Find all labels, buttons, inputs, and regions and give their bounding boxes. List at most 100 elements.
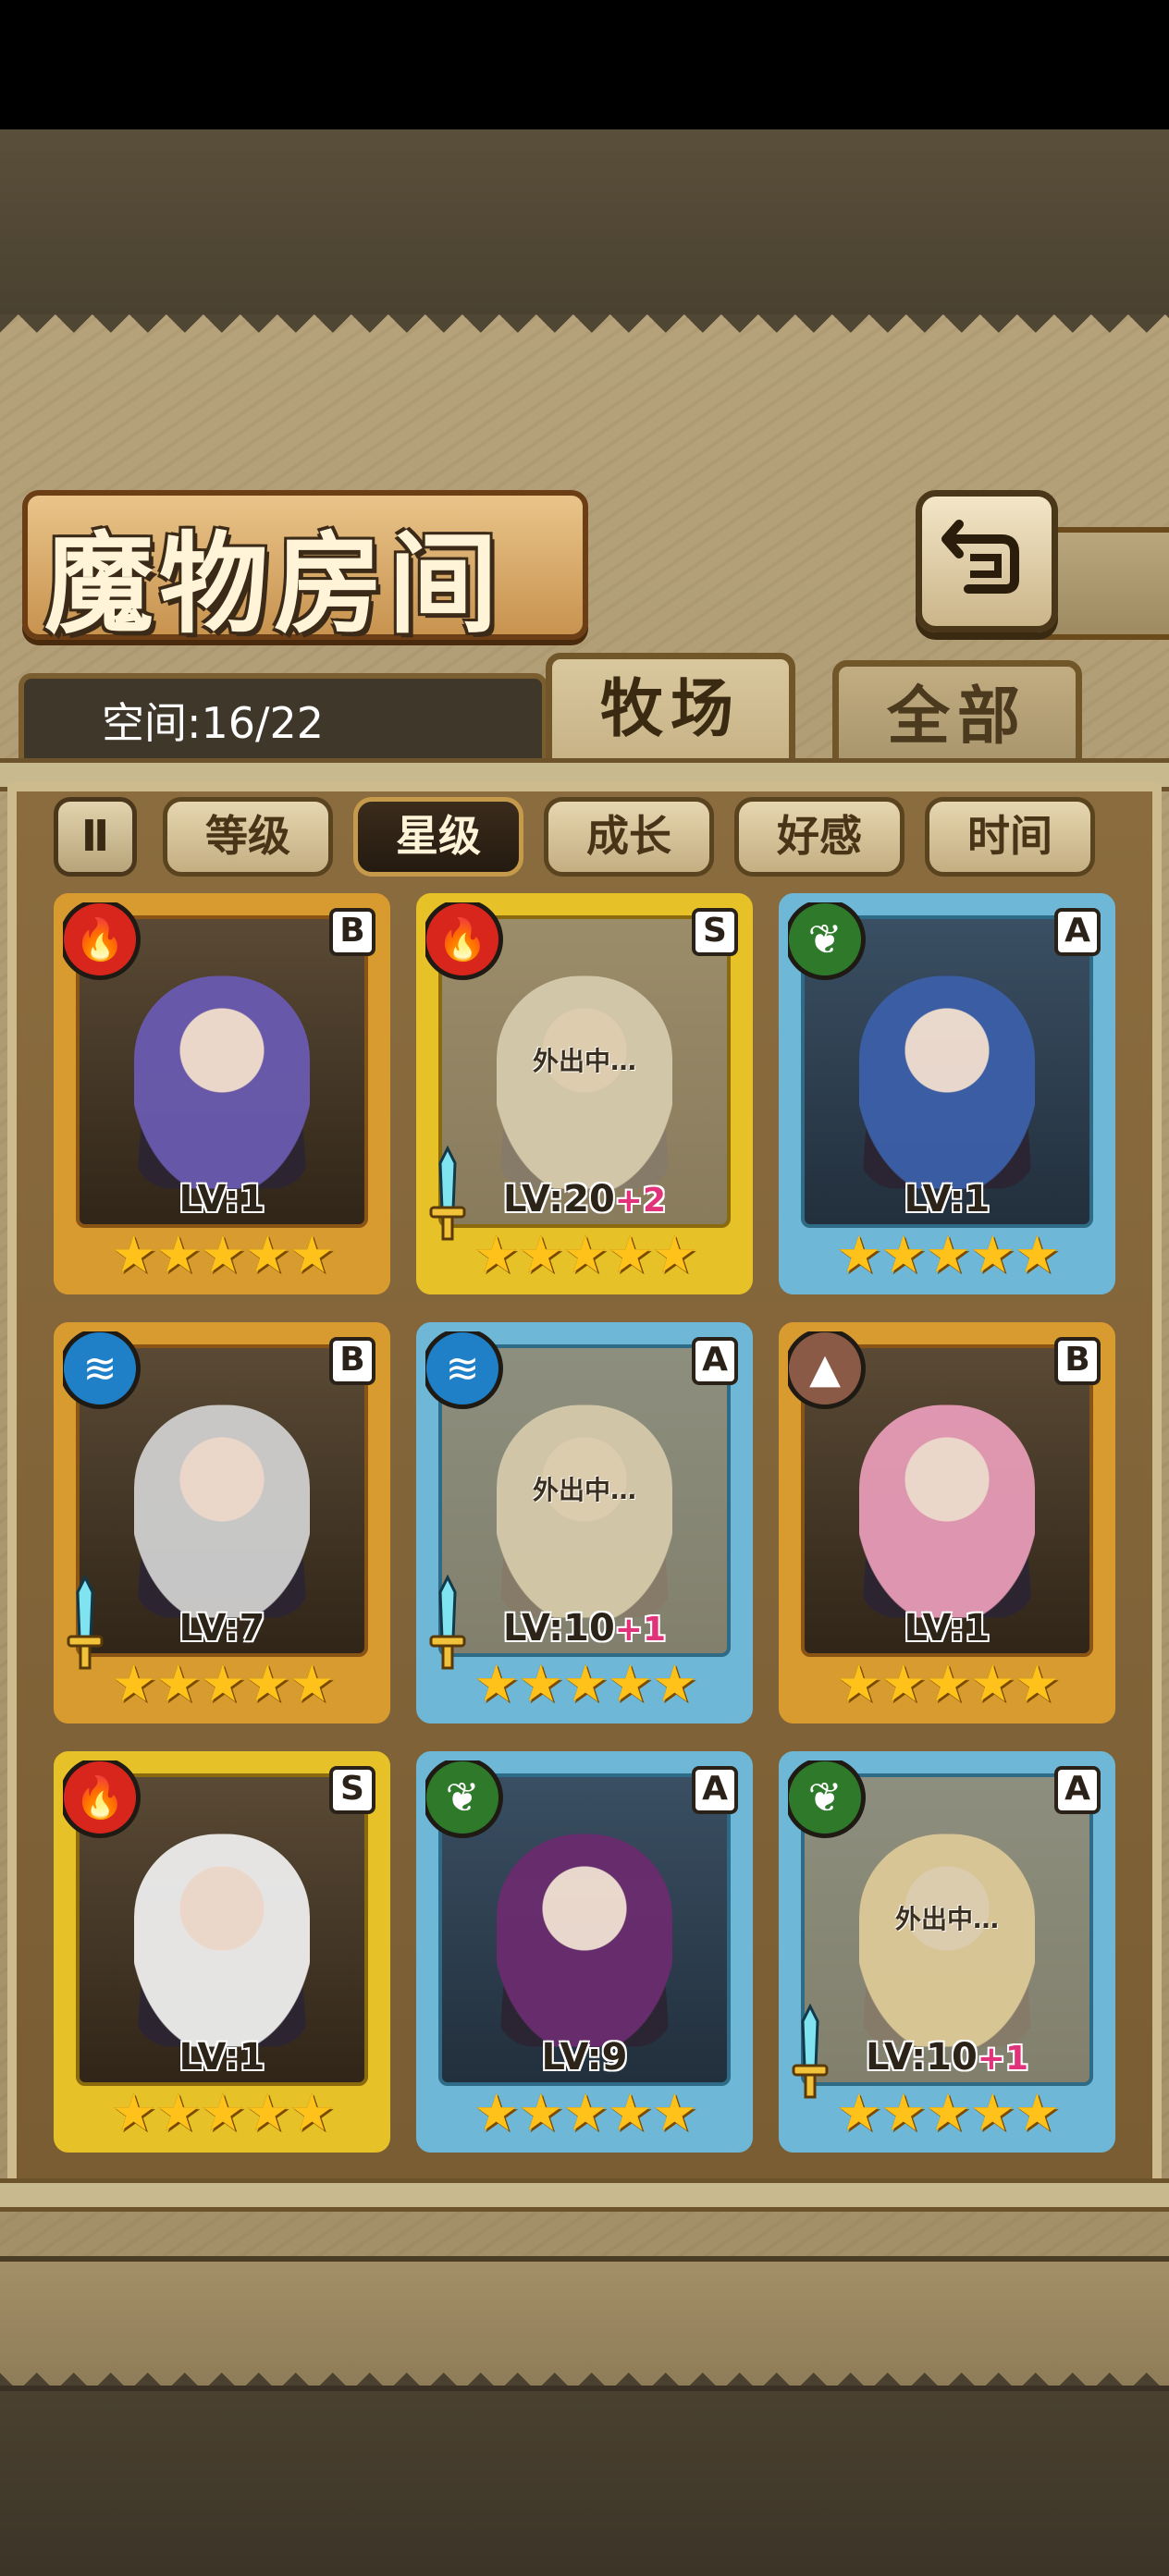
- star-icon: ★: [289, 1225, 335, 1285]
- star-icon: ★: [835, 1654, 881, 1714]
- sort-affection-button[interactable]: 好感: [734, 797, 904, 877]
- sword-icon: [429, 1574, 466, 1670]
- return-icon: [941, 520, 1019, 594]
- bottom-band: [0, 2386, 1169, 2576]
- level-value: LV:1: [904, 1607, 991, 1650]
- star-icon: ★: [154, 2083, 202, 2143]
- star-icon: ★: [880, 2083, 927, 2143]
- star-icon: ★: [199, 1654, 246, 1714]
- monster-card[interactable]: ❦ A LV:9 ★★★★★: [416, 1751, 753, 2153]
- star-rating: ★★★★★: [788, 2088, 1106, 2140]
- sword-icon: [67, 1574, 104, 1670]
- star-icon: ★: [473, 1654, 519, 1714]
- star-icon: ★: [651, 1225, 697, 1285]
- monster-level: LV:10+1: [788, 2036, 1106, 2079]
- away-status: 外出中…: [532, 1046, 636, 1076]
- star-icon: ★: [517, 2083, 564, 2143]
- level-value: LV:7: [178, 1607, 265, 1650]
- monster-card[interactable]: ≋ A 外出中… LV:10+1 ★★★★★: [416, 1322, 753, 1723]
- monster-card[interactable]: ≋ B LV:7 ★★★★★: [54, 1322, 390, 1723]
- star-icon: ★: [969, 2083, 1015, 2143]
- star-rating: ★★★★★: [788, 1659, 1106, 1711]
- star-icon: ★: [289, 1654, 335, 1714]
- star-icon: ★: [969, 1654, 1015, 1714]
- monster-card[interactable]: ❦ A LV:1 ★★★★★: [779, 893, 1115, 1294]
- rank-badge: B: [329, 908, 375, 956]
- frame-bottom-rail: [0, 2178, 1169, 2212]
- star-icon: ★: [924, 1654, 971, 1714]
- monster-level: LV:10+1: [425, 1607, 744, 1650]
- fire-element-icon: 🔥: [63, 1760, 141, 1838]
- sort-star-button[interactable]: 星级: [353, 797, 523, 877]
- rank-badge: A: [692, 1766, 738, 1814]
- star-icon: ★: [1014, 1654, 1060, 1714]
- monster-card[interactable]: 🔥 B LV:1 ★★★★★: [54, 893, 390, 1294]
- panel-bottom-edge: [0, 2256, 1169, 2391]
- sword-icon: [792, 2003, 829, 2099]
- leaf-element-icon: ❦: [788, 902, 866, 980]
- star-icon: ★: [244, 2083, 290, 2143]
- star-rating: ★★★★★: [425, 2088, 744, 2140]
- star-icon: ★: [607, 2083, 653, 2143]
- rank-badge: S: [329, 1766, 375, 1814]
- star-rating: ★★★★★: [425, 1659, 744, 1711]
- away-status: 外出中…: [532, 1475, 636, 1505]
- monster-card[interactable]: 🔥 S LV:1 ★★★★★: [54, 1751, 390, 2153]
- rank-badge: B: [1054, 1337, 1101, 1385]
- level-bonus: +1: [977, 2040, 1029, 2078]
- level-value: LV:20: [502, 1178, 615, 1221]
- level-value: LV:1: [178, 1178, 265, 1221]
- star-rating: ★★★★★: [63, 1230, 381, 1282]
- monster-card[interactable]: ❦ A 外出中… LV:10+1 ★★★★★: [779, 1751, 1115, 2153]
- star-icon: ★: [154, 1654, 202, 1714]
- level-value: LV:9: [541, 2036, 628, 2079]
- monster-level: LV:1: [63, 1178, 381, 1221]
- star-icon: ★: [651, 2083, 697, 2143]
- star-icon: ★: [289, 2083, 335, 2143]
- earth-element-icon: ▲: [788, 1331, 866, 1409]
- star-icon: ★: [880, 1654, 927, 1714]
- top-band: [0, 129, 1169, 320]
- sort-level-button[interactable]: 等级: [163, 797, 333, 877]
- level-bonus: +1: [614, 1611, 667, 1649]
- star-icon: ★: [110, 1225, 156, 1285]
- star-rating: ★★★★★: [63, 1659, 381, 1711]
- fire-element-icon: 🔥: [425, 902, 503, 980]
- star-icon: ★: [244, 1225, 290, 1285]
- space-capacity: 空间:16/22: [102, 698, 325, 748]
- sword-icon: [429, 1145, 466, 1241]
- star-icon: ★: [154, 1225, 202, 1285]
- monster-level: LV:1: [788, 1178, 1106, 1221]
- star-icon: ★: [473, 1225, 519, 1285]
- star-rating: ★★★★★: [788, 1230, 1106, 1282]
- page-title: 魔物房间: [44, 520, 504, 648]
- star-icon: ★: [835, 2083, 881, 2143]
- back-button[interactable]: [916, 490, 1058, 632]
- star-icon: ★: [110, 1654, 156, 1714]
- sort-growth-button[interactable]: 成长: [544, 797, 714, 877]
- star-icon: ★: [880, 1225, 927, 1285]
- water-element-icon: ≋: [425, 1331, 503, 1409]
- sort-time-button[interactable]: 时间: [925, 797, 1095, 877]
- sort-order-toggle[interactable]: Ⅱ: [54, 797, 137, 877]
- rank-badge: A: [1054, 908, 1101, 956]
- rank-badge: A: [1054, 1766, 1101, 1814]
- leaf-element-icon: ❦: [425, 1760, 503, 1838]
- level-value: LV:10: [865, 2036, 978, 2079]
- star-icon: ★: [517, 1225, 564, 1285]
- star-icon: ★: [473, 2083, 519, 2143]
- monster-level: LV:9: [425, 2036, 744, 2079]
- star-icon: ★: [517, 1654, 564, 1714]
- level-value: LV:10: [502, 1607, 615, 1650]
- star-icon: ★: [835, 1225, 881, 1285]
- away-status: 外出中…: [894, 1904, 999, 1934]
- panel-top-edge: [0, 314, 1169, 351]
- star-icon: ★: [607, 1654, 653, 1714]
- star-rating: ★★★★★: [63, 2088, 381, 2140]
- water-element-icon: ≋: [63, 1331, 141, 1409]
- monster-card[interactable]: 🔥 S 外出中… LV:20+2 ★★★★★: [416, 893, 753, 1294]
- monster-level: LV:20+2: [425, 1178, 744, 1221]
- monster-card[interactable]: ▲ B LV:1 ★★★★★: [779, 1322, 1115, 1723]
- tab-ranch[interactable]: 牧场: [546, 653, 795, 775]
- star-icon: ★: [561, 1654, 609, 1714]
